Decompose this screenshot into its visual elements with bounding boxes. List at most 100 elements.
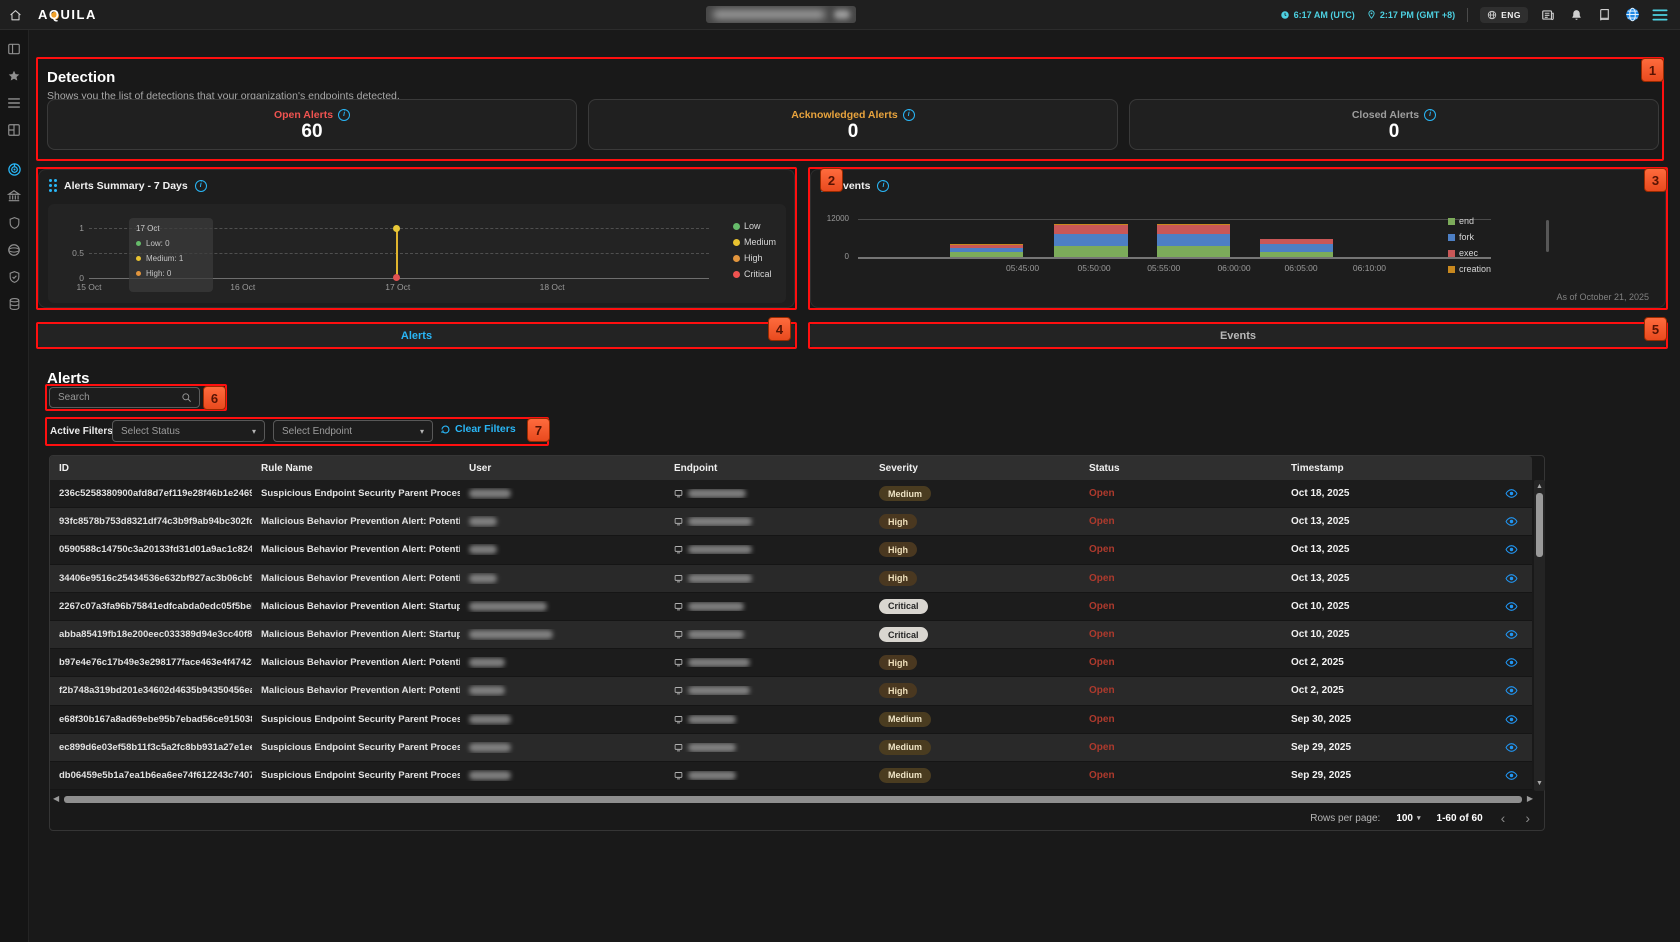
redacted-text xyxy=(469,743,511,752)
low-dot xyxy=(136,241,141,246)
alerts-table-panel: IDRule NameUserEndpointSeverityStatusTim… xyxy=(49,455,1545,831)
detection-radar-icon[interactable] xyxy=(0,158,29,180)
tab-events[interactable]: Events xyxy=(810,324,1666,347)
table-row[interactable]: abba85419fb18e200eec033389d94e3cc40f821f… xyxy=(50,621,1532,649)
view-details-eye-icon[interactable] xyxy=(1497,769,1518,782)
legend-label: Critical xyxy=(744,269,772,279)
app-logo[interactable]: AQUILA xyxy=(38,0,97,29)
cell-rule-name: Malicious Behavior Prevention Alert: Pot… xyxy=(252,657,460,668)
table-row[interactable]: 0590588c14750c3a20133fd31d01a9ac1c824fdf… xyxy=(50,536,1532,564)
view-details-eye-icon[interactable] xyxy=(1497,515,1518,528)
search-icon[interactable] xyxy=(181,392,192,403)
cell-user-redacted xyxy=(460,629,665,640)
drag-handle-icon[interactable] xyxy=(821,179,829,192)
redacted-text xyxy=(688,686,750,695)
cell-user-redacted xyxy=(460,516,665,527)
language-selector[interactable]: ENG xyxy=(1480,7,1528,23)
stat-card-acknowledged-alerts[interactable]: Acknowledged Alertsi0 xyxy=(588,99,1118,150)
vertical-scrollbar[interactable]: ▲ ▼ xyxy=(1534,480,1545,791)
redacted-text xyxy=(469,602,547,611)
docs-book-icon[interactable] xyxy=(1596,7,1612,23)
shield-icon[interactable] xyxy=(0,212,29,234)
table-row[interactable]: db06459e5b1a7ea1b6ea6ee74f612243c7407247… xyxy=(50,762,1532,790)
scroll-up-icon[interactable]: ▲ xyxy=(1534,482,1545,492)
view-details-eye-icon[interactable] xyxy=(1497,684,1518,697)
pagination-prev-button[interactable]: ‹ xyxy=(1499,811,1508,825)
x-axis-labels: 05:45:0005:50:0005:55:0006:00:0006:05:00… xyxy=(858,263,1491,275)
view-details-eye-icon[interactable] xyxy=(1497,713,1518,726)
favorites-star-icon[interactable] xyxy=(0,65,29,87)
info-icon[interactable]: i xyxy=(338,109,350,121)
redacted-text xyxy=(688,574,752,583)
pagination-next-button[interactable]: › xyxy=(1523,811,1532,825)
view-details-eye-icon[interactable] xyxy=(1497,572,1518,585)
table-row[interactable]: 34406e9516c25434536e632bf927ac3b06cb93ac… xyxy=(50,565,1532,593)
table-row[interactable]: 93fc8578b753d8321df74c3b9f9ab94bc302fd99… xyxy=(50,508,1532,536)
table-row[interactable]: 236c5258380900afd8d7ef119e28f46b1e246980… xyxy=(50,480,1532,508)
menu-icon[interactable] xyxy=(1652,7,1668,23)
stat-card-closed-alerts[interactable]: Closed Alertsi0 xyxy=(1129,99,1659,150)
alerts-summary-title: Alerts Summary - 7 Days xyxy=(64,180,188,192)
view-details-eye-icon[interactable] xyxy=(1497,656,1518,669)
tooltip-entry-high: High: 0 xyxy=(136,269,206,278)
redacted-text xyxy=(469,771,511,780)
table-row[interactable]: e68f30b167a8ad69ebe95b7ebad56ce915038993… xyxy=(50,706,1532,734)
cell-id: db06459e5b1a7ea1b6ea6ee74f612243c7407247… xyxy=(50,770,252,781)
table-row[interactable]: b97e4e76c17b49e3e298177face463e4f47423ec… xyxy=(50,649,1532,677)
endpoint-filter-select[interactable]: Select Endpoint ▾ xyxy=(273,420,433,442)
panel-toggle-icon[interactable] xyxy=(0,38,29,60)
scrollbar-thumb[interactable] xyxy=(64,796,1522,803)
database-icon[interactable] xyxy=(0,293,29,315)
legend-scrollbar[interactable] xyxy=(1546,220,1549,252)
cell-status: Open xyxy=(1080,629,1282,640)
view-details-eye-icon[interactable] xyxy=(1497,543,1518,556)
drag-handle-icon[interactable] xyxy=(49,179,57,192)
clear-filters-button[interactable]: Clear Filters xyxy=(440,423,516,435)
info-icon[interactable]: i xyxy=(1424,109,1436,121)
view-details-eye-icon[interactable] xyxy=(1497,628,1518,641)
table-row[interactable]: 2267c07a3fa96b75841edfcabda0edc05f5beb4a… xyxy=(50,593,1532,621)
news-icon[interactable] xyxy=(1540,7,1556,23)
rows-per-page-select[interactable]: 100 ▾ xyxy=(1396,813,1420,824)
info-icon[interactable]: i xyxy=(195,180,207,192)
cell-user-redacted xyxy=(460,488,665,499)
home-icon[interactable] xyxy=(7,7,23,23)
cell-user-redacted xyxy=(460,742,665,753)
cell-id: 0590588c14750c3a20133fd31d01a9ac1c824fdf… xyxy=(50,544,252,555)
view-details-eye-icon[interactable] xyxy=(1497,741,1518,754)
info-icon[interactable]: i xyxy=(877,180,889,192)
shield-check-icon[interactable] xyxy=(0,266,29,288)
table-row[interactable]: f2b748a319bd201e34602d4635b94350456eadea… xyxy=(50,677,1532,705)
info-icon[interactable]: i xyxy=(903,109,915,121)
column-header-endpoint: Endpoint xyxy=(665,463,870,474)
table-row[interactable]: ec899d6e03ef58b11f3c5a2fc8bb931a27e1ee3e… xyxy=(50,734,1532,762)
cell-status: Open xyxy=(1080,770,1282,781)
board-grid-icon[interactable] xyxy=(0,119,29,141)
scroll-left-icon[interactable]: ◀ xyxy=(53,794,59,804)
search-input[interactable] xyxy=(50,392,181,403)
cell-user-redacted xyxy=(460,657,665,668)
redacted-text xyxy=(469,545,497,554)
legend-label: exec xyxy=(1459,248,1478,258)
view-details-eye-icon[interactable] xyxy=(1497,600,1518,613)
scroll-right-icon[interactable]: ▶ xyxy=(1527,794,1533,804)
severity-badge: High xyxy=(879,514,917,529)
cell-timestamp: Oct 13, 2025 xyxy=(1282,516,1497,527)
scrollbar-thumb[interactable] xyxy=(1536,493,1543,557)
status-badge: Open xyxy=(1089,657,1115,668)
redacted-text xyxy=(469,517,497,526)
status-filter-select[interactable]: Select Status ▾ xyxy=(112,420,265,442)
legend-item-end: end xyxy=(1448,216,1491,226)
tab-alerts[interactable]: Alerts xyxy=(38,324,795,347)
notifications-bell-icon[interactable] xyxy=(1568,7,1584,23)
cell-severity: High xyxy=(870,683,1080,698)
horizontal-scrollbar[interactable]: ◀ ▶ xyxy=(53,794,1533,804)
scroll-down-icon[interactable]: ▼ xyxy=(1534,779,1545,789)
list-icon[interactable] xyxy=(0,92,29,114)
bank-icon[interactable] xyxy=(0,185,29,207)
sphere-globe-icon[interactable] xyxy=(0,239,29,261)
table-body: 236c5258380900afd8d7ef119e28f46b1e246980… xyxy=(50,480,1532,790)
stat-card-open-alerts[interactable]: Open Alertsi60 xyxy=(47,99,577,150)
view-details-eye-icon[interactable] xyxy=(1497,487,1518,500)
world-globe-icon[interactable] xyxy=(1624,7,1640,23)
